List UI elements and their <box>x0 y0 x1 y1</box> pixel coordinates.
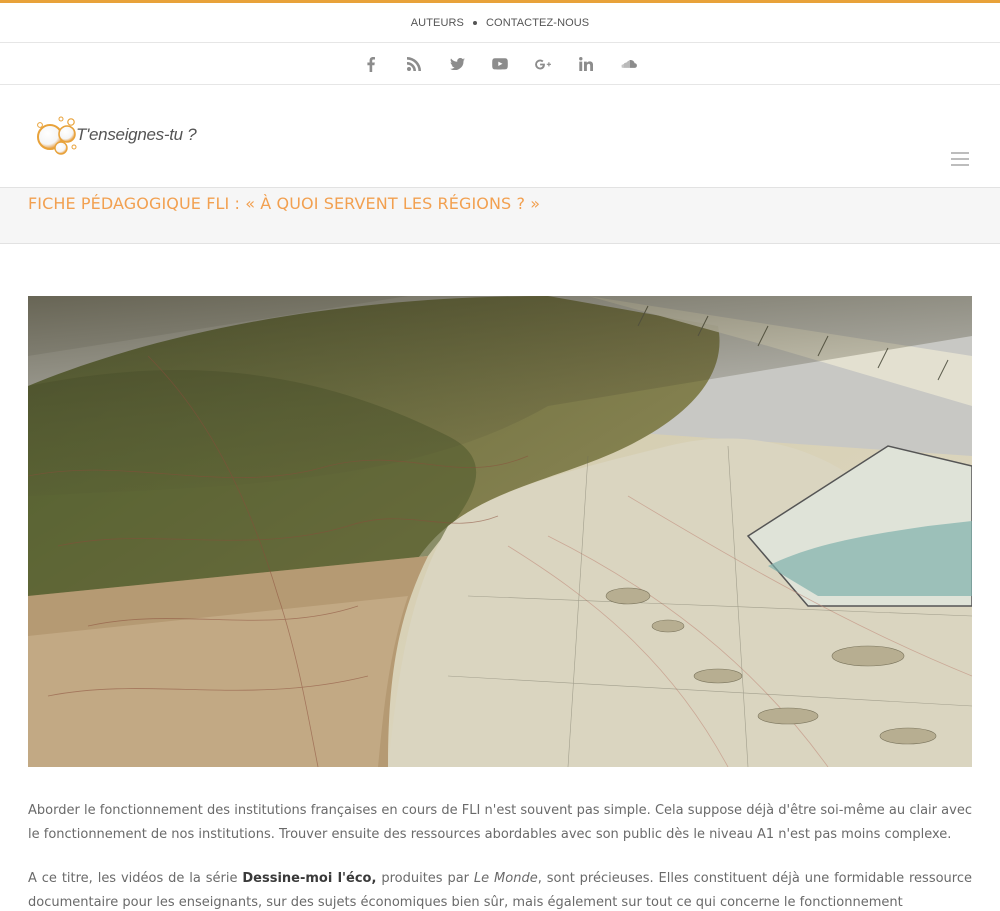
logo-text: T'enseignes-tu ? <box>76 125 197 144</box>
menu-hamburger-icon[interactable] <box>951 152 969 166</box>
page-title: FICHE PÉDAGOGIQUE FLI : « À QUOI SERVENT… <box>28 194 541 213</box>
logo-bubbles-icon <box>34 112 82 158</box>
map-photo-icon <box>28 296 972 767</box>
social-bar <box>0 44 1000 85</box>
site-logo[interactable]: T'enseignes-tu ? <box>34 112 214 158</box>
p2-text-b: produites par <box>376 871 474 886</box>
article-body: Aborder le fonctionnement des institutio… <box>28 799 972 911</box>
twitter-icon[interactable] <box>436 44 479 85</box>
nav-separator <box>473 20 477 25</box>
linkedin-icon[interactable] <box>565 44 608 85</box>
top-nav: AUTEURS CONTACTEZ-NOUS <box>0 3 1000 43</box>
facebook-icon[interactable] <box>350 44 393 85</box>
article-paragraph-2: A ce titre, les vidéos de la série Dessi… <box>28 867 972 911</box>
site-header: T'enseignes-tu ? <box>0 86 1000 187</box>
google-plus-icon[interactable] <box>522 44 565 85</box>
hero-image <box>28 296 972 767</box>
youtube-icon[interactable] <box>479 44 522 85</box>
publisher-name: Le Monde <box>473 871 538 886</box>
nav-link-contact[interactable]: CONTACTEZ-NOUS <box>486 17 589 29</box>
soundcloud-icon[interactable] <box>608 44 651 85</box>
page-title-band: FICHE PÉDAGOGIQUE FLI : « À QUOI SERVENT… <box>0 187 1000 244</box>
p2-text-a: A ce titre, les vidéos de la série <box>28 871 243 886</box>
rss-icon[interactable] <box>393 44 436 85</box>
nav-link-auteurs[interactable]: AUTEURS <box>411 17 464 29</box>
series-name-link[interactable]: Dessine-moi l'éco, <box>242 871 376 886</box>
article-paragraph-1: Aborder le fonctionnement des institutio… <box>28 803 972 842</box>
